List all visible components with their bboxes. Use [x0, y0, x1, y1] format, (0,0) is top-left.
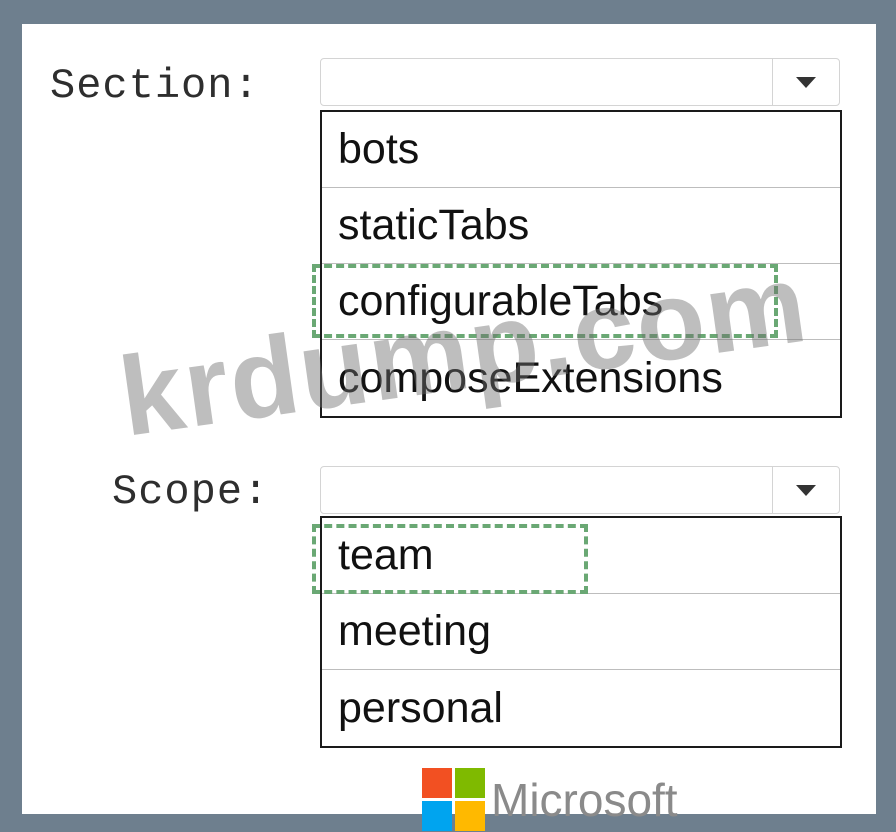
section-options-list: bots staticTabs configurableTabs compose…	[320, 110, 842, 418]
section-dropdown[interactable]	[320, 58, 840, 106]
section-dropdown-toggle[interactable]	[772, 59, 839, 105]
scope-dropdown[interactable]	[320, 466, 840, 514]
scope-option-personal[interactable]: personal	[322, 670, 840, 746]
section-option-bots[interactable]: bots	[322, 112, 840, 188]
scope-option-meeting[interactable]: meeting	[322, 594, 840, 670]
microsoft-wordmark: Microsoft	[491, 773, 678, 826]
section-option-compose-extensions[interactable]: composeExtensions	[322, 340, 840, 416]
section-label: Section:	[50, 62, 260, 110]
scope-option-team[interactable]: team	[322, 518, 840, 594]
chevron-down-icon	[796, 484, 816, 496]
scope-dropdown-toggle[interactable]	[772, 467, 839, 513]
section-option-static-tabs[interactable]: staticTabs	[322, 188, 840, 264]
answer-area-panel: Section: bots staticTabs configurableTab…	[22, 24, 876, 831]
section-option-configurable-tabs[interactable]: configurableTabs	[322, 264, 840, 340]
microsoft-logo: Microsoft	[422, 768, 678, 831]
microsoft-windows-icon	[422, 768, 485, 831]
scope-options-list: team meeting personal	[320, 516, 842, 748]
chevron-down-icon	[796, 76, 816, 88]
scope-label: Scope:	[112, 468, 270, 516]
